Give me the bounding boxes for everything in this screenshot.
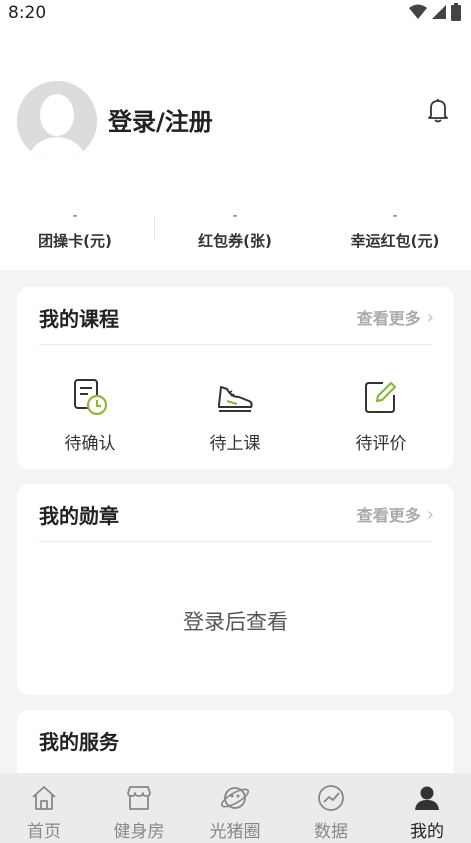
edit-review-icon [361,377,401,417]
chevron-right-icon: › [426,306,434,328]
view-more-label: 查看更多 [356,506,421,525]
sneaker-icon [215,377,255,417]
home-icon [29,783,59,813]
my-medals-card: 我的勋章 查看更多 › 登录后查看 [17,484,454,695]
stat-group-card[interactable]: - 团操卡(元) [0,208,155,251]
medals-empty-text[interactable]: 登录后查看 [17,606,454,636]
planet-icon [220,783,250,813]
status-bar: 8:20 [0,0,471,28]
divider [39,541,432,542]
tab-label: 数据 [314,822,348,842]
stat-lucky-packet[interactable]: - 幸运红包(元) [315,208,471,251]
stat-value: - [72,208,78,224]
tab-data[interactable]: 数据 [284,773,378,843]
tab-label: 我的 [410,822,444,842]
signal-icon [432,5,446,19]
status-icons [409,3,461,21]
stat-label: 团操卡(元) [38,232,112,250]
login-register-link[interactable]: 登录/注册 [108,102,213,137]
avatar-placeholder-icon [17,81,97,161]
courses-title: 我的课程 [39,307,119,331]
course-item-label: 待确认 [64,434,116,454]
chart-icon [316,783,346,813]
battery-icon [451,3,461,21]
course-item-label: 待上课 [209,434,261,454]
course-item-label: 待评价 [355,434,407,454]
courses-view-more-link[interactable]: 查看更多 › [357,305,434,329]
stat-value: - [232,208,238,224]
services-title: 我的服务 [39,730,119,754]
course-to-review[interactable]: 待评价 [308,377,454,454]
tab-label: 首页 [27,822,61,842]
chevron-right-icon: › [426,503,434,525]
divider [39,344,432,345]
stat-value: - [392,208,398,224]
tab-label: 健身房 [113,822,165,842]
avatar[interactable] [17,81,97,161]
tab-circle[interactable]: 光猪圈 [188,773,282,843]
wifi-icon [409,4,427,19]
tab-label: 光猪圈 [209,822,261,842]
stat-label: 红包券(张) [198,232,272,250]
tab-me[interactable]: 我的 [380,773,471,843]
profile-header: 登录/注册 - 团操卡(元) - 红包券(张) - 幸运红包(元) [0,28,471,270]
tab-gym[interactable]: 健身房 [92,773,186,843]
medals-title: 我的勋章 [39,504,119,528]
user-icon [412,783,442,813]
pending-confirm-icon [70,377,110,417]
course-upcoming[interactable]: 待上课 [162,377,308,454]
course-pending-confirm[interactable]: 待确认 [17,377,163,454]
bottom-tab-bar: 首页 健身房 光猪圈 数据 我的 [0,773,471,843]
gym-store-icon [124,783,154,813]
medals-view-more-link[interactable]: 查看更多 › [357,502,434,526]
notification-bell-icon[interactable] [424,96,452,124]
view-more-label: 查看更多 [356,309,421,328]
stat-label: 幸运红包(元) [350,232,440,250]
tab-home[interactable]: 首页 [0,773,91,843]
stat-coupons[interactable]: - 红包券(张) [155,208,315,251]
status-time: 8:20 [8,3,47,23]
my-courses-card: 我的课程 查看更多 › 待确认 待上课 待评价 [17,287,454,469]
stats-row: - 团操卡(元) - 红包券(张) - 幸运红包(元) [0,208,471,263]
